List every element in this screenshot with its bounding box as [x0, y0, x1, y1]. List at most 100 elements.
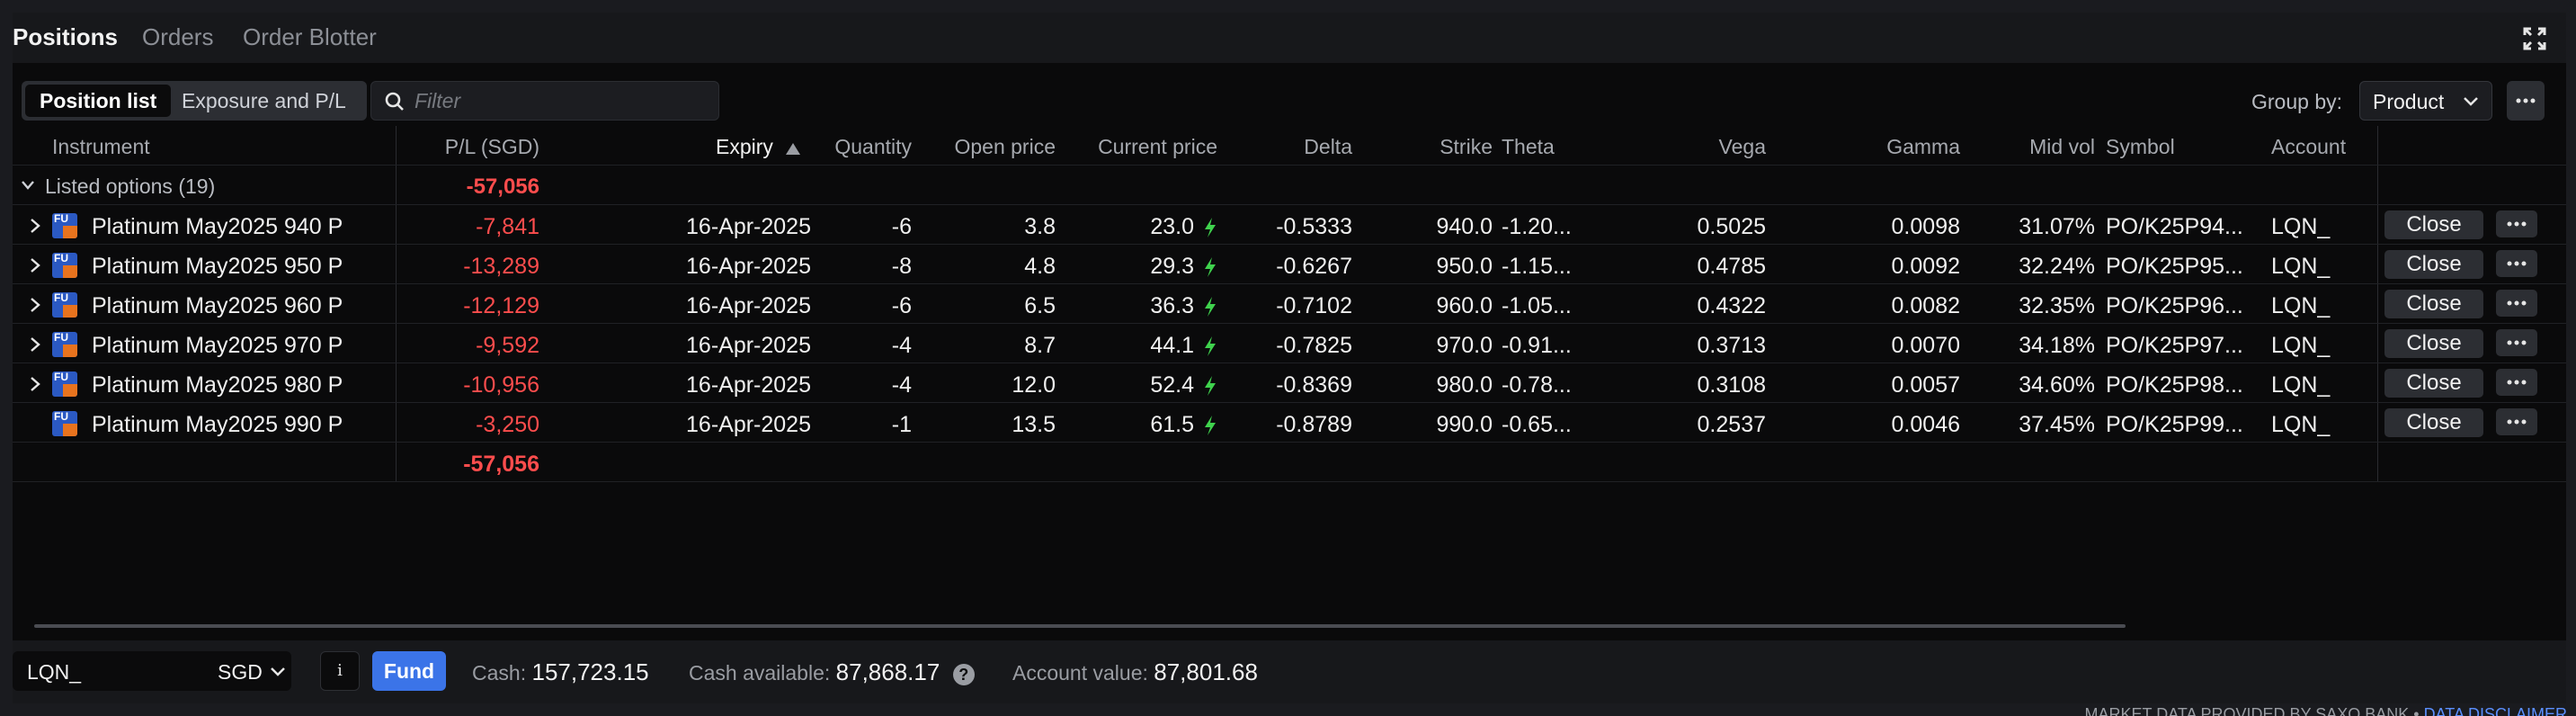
row-more-button[interactable] — [2496, 290, 2537, 317]
exposure-pl-button[interactable]: Exposure and P/L — [167, 85, 361, 117]
futures-option-icon: FU — [52, 411, 77, 436]
current-price-value: 29.3 — [1150, 254, 1194, 279]
col-expiry-label: Expiry — [716, 135, 773, 158]
row-vega: 0.5025 — [1697, 214, 1766, 239]
row-instrument[interactable]: Platinum May2025 950 P — [92, 254, 343, 280]
chevron-right-icon[interactable] — [29, 297, 41, 313]
total-pl: -57,056 — [463, 452, 539, 477]
col-instrument[interactable]: Instrument — [52, 135, 150, 159]
table-row[interactable]: FU Platinum May2025 990 P -3,250 16-Apr-202… — [13, 403, 2566, 443]
close-position-button[interactable]: Close — [2384, 290, 2483, 318]
col-quantity[interactable]: Quantity — [804, 135, 912, 159]
row-more-button[interactable] — [2496, 369, 2537, 396]
row-strike: 950.0 — [1436, 254, 1493, 279]
row-gamma: 0.0082 — [1891, 293, 1960, 318]
account-select[interactable]: LQN_ SGD — [13, 651, 291, 691]
col-vega[interactable]: Vega — [1586, 135, 1766, 159]
row-theta: -1.20... — [1502, 214, 1572, 239]
col-symbol[interactable]: Symbol — [2106, 135, 2175, 159]
row-theta: -0.78... — [1502, 372, 1572, 398]
account-value-label: Account value: — [1012, 661, 1148, 685]
lightning-icon — [1205, 376, 1216, 397]
col-theta[interactable]: Theta — [1502, 135, 1555, 159]
ellipsis-icon — [2516, 98, 2536, 103]
tab-bar: Positions Orders Order Blotter — [13, 13, 2566, 63]
row-strike: 980.0 — [1436, 372, 1493, 398]
table-header: Instrument P/L (SGD) Expiry Quantity Ope… — [13, 126, 2566, 166]
row-instrument[interactable]: Platinum May2025 970 P — [92, 333, 343, 359]
table-row[interactable]: FU Platinum May2025 970 P -9,592 16-Apr-202… — [13, 324, 2566, 363]
close-position-button[interactable]: Close — [2384, 408, 2483, 437]
row-more-button[interactable] — [2496, 210, 2537, 237]
col-strike[interactable]: Strike — [1361, 135, 1493, 159]
row-expiry: 16-Apr-2025 — [686, 254, 811, 279]
data-disclaimer-link[interactable]: DATA DISCLAIMER — [2424, 705, 2567, 716]
row-more-button[interactable] — [2496, 329, 2537, 356]
cash-available-value: 87,868.17 — [835, 658, 940, 685]
lightning-icon — [1205, 257, 1216, 278]
futures-option-icon: FU — [52, 253, 77, 278]
close-position-button[interactable]: Close — [2384, 250, 2483, 279]
horizontal-scrollbar[interactable] — [34, 624, 2126, 628]
table-row[interactable]: FU Platinum May2025 940 P -7,841 16-Apr-202… — [13, 205, 2566, 245]
cash-summary: Cash: 157,723.15 — [472, 658, 649, 686]
ellipsis-icon — [2507, 300, 2527, 306]
col-expiry[interactable]: Expiry — [716, 135, 802, 159]
fund-button[interactable]: Fund — [372, 651, 446, 691]
tab-positions[interactable]: Positions — [13, 23, 118, 51]
chevron-right-icon[interactable] — [29, 257, 41, 273]
row-gamma: 0.0046 — [1891, 412, 1960, 437]
futures-option-icon: FU — [52, 371, 77, 397]
tab-order-blotter[interactable]: Order Blotter — [243, 23, 377, 51]
toolbar: Position list Exposure and P/L Group by:… — [13, 63, 2566, 126]
col-gamma[interactable]: Gamma — [1775, 135, 1960, 159]
current-price-value: 61.5 — [1150, 412, 1194, 437]
fullscreen-icon[interactable] — [2521, 25, 2548, 52]
row-mid-vol: 32.24% — [2019, 254, 2095, 279]
chevron-down-icon[interactable] — [20, 177, 36, 193]
chevron-right-icon[interactable] — [29, 218, 41, 234]
row-theta: -1.15... — [1502, 254, 1572, 279]
col-open-price[interactable]: Open price — [921, 135, 1056, 159]
row-instrument[interactable]: Platinum May2025 960 P — [92, 293, 343, 319]
account-info-button[interactable]: i — [320, 651, 360, 691]
row-instrument[interactable]: Platinum May2025 990 P — [92, 412, 343, 438]
close-position-button[interactable]: Close — [2384, 329, 2483, 358]
group-by-value: Product — [2373, 90, 2445, 113]
row-pl: -9,592 — [476, 333, 539, 358]
group-by-select[interactable]: Product — [2359, 81, 2492, 121]
close-position-button[interactable]: Close — [2384, 369, 2483, 398]
row-instrument[interactable]: Platinum May2025 940 P — [92, 214, 343, 240]
close-position-button[interactable]: Close — [2384, 210, 2483, 239]
more-options-button[interactable] — [2507, 81, 2545, 121]
row-quantity: -4 — [891, 333, 912, 358]
row-current-price: 44.1 — [1065, 333, 1217, 359]
col-delta[interactable]: Delta — [1226, 135, 1352, 159]
col-account[interactable]: Account — [2271, 135, 2346, 159]
group-row[interactable]: Listed options (19) -57,056 — [13, 166, 2566, 205]
chevron-right-icon[interactable] — [29, 376, 41, 392]
col-mid-vol[interactable]: Mid vol — [1969, 135, 2095, 159]
ellipsis-icon — [2507, 419, 2527, 425]
row-account: LQN_ — [2271, 333, 2331, 358]
market-data-disclaimer: MARKET DATA PROVIDED BY SAXO BANK • DATA… — [2085, 705, 2567, 716]
row-more-button[interactable] — [2496, 408, 2537, 435]
col-current-price[interactable]: Current price — [1065, 135, 1217, 159]
row-more-button[interactable] — [2496, 250, 2537, 277]
row-strike: 990.0 — [1436, 412, 1493, 437]
position-list-button[interactable]: Position list — [25, 85, 172, 117]
ellipsis-icon — [2507, 380, 2527, 385]
table-row[interactable]: FU Platinum May2025 950 P -13,289 16-Apr-20… — [13, 245, 2566, 284]
row-symbol: PO/K25P96... — [2106, 293, 2243, 318]
row-symbol: PO/K25P98... — [2106, 372, 2243, 398]
help-icon[interactable]: ? — [952, 663, 975, 685]
row-instrument[interactable]: Platinum May2025 980 P — [92, 372, 343, 398]
col-pl[interactable]: P/L (SGD) — [396, 135, 539, 159]
table-row[interactable]: FU Platinum May2025 960 P -12,129 16-Apr-20… — [13, 284, 2566, 324]
row-pl: -3,250 — [476, 412, 539, 437]
table-row[interactable]: FU Platinum May2025 980 P -10,956 16-Apr-20… — [13, 363, 2566, 403]
chevron-right-icon[interactable] — [29, 336, 41, 353]
tab-orders[interactable]: Orders — [142, 23, 213, 51]
filter-input[interactable] — [414, 87, 702, 114]
row-expiry: 16-Apr-2025 — [686, 214, 811, 239]
